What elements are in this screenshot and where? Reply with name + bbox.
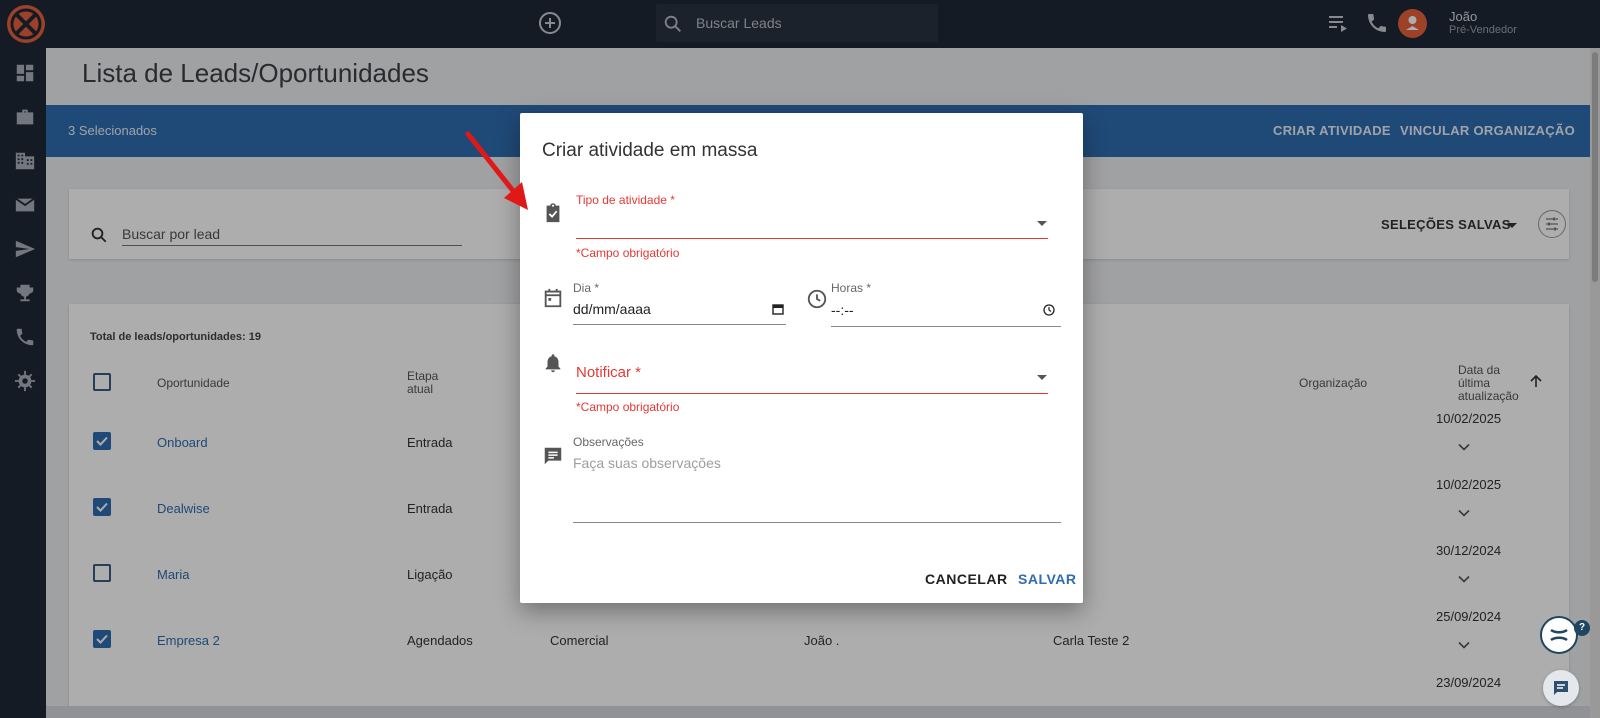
comment-icon	[544, 447, 562, 465]
chat-button[interactable]	[1543, 670, 1579, 706]
day-underline	[573, 324, 786, 325]
notify-label: Notificar *	[576, 364, 642, 381]
notify-select[interactable]	[576, 359, 1048, 385]
save-button[interactable]: SALVAR	[1018, 571, 1076, 587]
day-label: Dia *	[573, 281, 600, 295]
help-badge-icon[interactable]: ?	[1574, 620, 1590, 636]
brand-help-icon	[1550, 628, 1568, 642]
activity-type-underline	[576, 238, 1048, 239]
help-widget-button[interactable]	[1540, 616, 1578, 654]
bell-icon	[545, 354, 561, 373]
hours-value: --:--	[831, 302, 854, 318]
clock-icon	[807, 289, 827, 309]
activity-type-select[interactable]	[576, 209, 1048, 235]
cancel-button[interactable]: CANCELAR	[925, 571, 1008, 587]
notify-error: *Campo obrigatório	[576, 400, 680, 414]
hours-underline	[831, 326, 1061, 327]
notes-placeholder: Faça suas observações	[573, 455, 721, 471]
caret-down-icon[interactable]	[1037, 375, 1047, 380]
calendar-picker-icon[interactable]	[772, 303, 784, 315]
chat-icon	[1554, 681, 1568, 695]
bulk-activity-dialog: Criar atividade em massa Tipo de ativida…	[520, 113, 1083, 603]
time-picker-icon[interactable]	[1043, 304, 1055, 316]
calendar-icon	[544, 288, 562, 308]
hours-label: Horas *	[831, 281, 872, 295]
day-value: dd/mm/aaaa	[573, 301, 651, 317]
caret-down-icon[interactable]	[1037, 221, 1047, 226]
notes-underline	[573, 522, 1061, 523]
activity-type-error: *Campo obrigatório	[576, 246, 680, 260]
assignment-check-icon	[546, 203, 560, 223]
activity-type-label: Tipo de atividade *	[576, 193, 675, 207]
notes-label: Observações	[573, 435, 644, 449]
dialog-title: Criar atividade em massa	[542, 140, 758, 161]
hours-time-input[interactable]	[831, 299, 1061, 323]
notify-underline	[576, 393, 1048, 394]
red-arrow-annotation-icon	[465, 131, 528, 210]
